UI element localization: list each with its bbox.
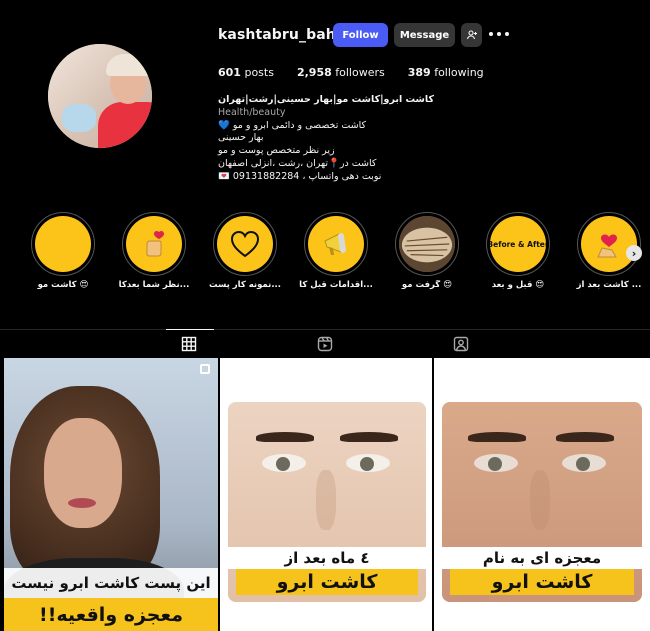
post-caption-line1: ٤ ماه بعد از: [228, 547, 426, 569]
chevron-right-icon: ›: [631, 246, 637, 260]
post-photo-card: معجزه ای به نام کاشت ابرو: [442, 402, 642, 602]
post-thumbnail[interactable]: این پست کاشت ابرو نیست معجزه واقعیه!!: [4, 358, 218, 631]
follow-button[interactable]: Follow: [333, 23, 388, 47]
highlight-label: کاشت بعد از ...: [576, 280, 642, 290]
reels-icon: [317, 336, 333, 352]
bio-line: 💙 کاشت تخصصی و دائمی ابرو و مو: [218, 119, 367, 131]
highlight-item[interactable]: گرفت مو 😍: [382, 212, 472, 290]
avatar-shirt: [98, 102, 152, 148]
post-caption-line2: معجزه واقعیه!!: [4, 598, 218, 631]
post-thumbnail[interactable]: ٤ ماه بعد از کاشت ابرو: [220, 358, 432, 631]
highlight-ring: [577, 212, 641, 276]
highlight-label: کاشت مو 😍: [37, 280, 89, 290]
profile-bio: کاشت ابرو|کاشت مو|بهار حسینی|رشت|تهران H…: [218, 94, 434, 184]
active-tab-indicator: [166, 329, 214, 330]
carousel-icon: [200, 364, 210, 374]
highlight-cover: [399, 216, 455, 272]
tabs-divider: [0, 329, 650, 330]
suggested-users-button[interactable]: [461, 23, 482, 47]
post-photo-nose: [316, 470, 336, 530]
post-photo-eyebrow: [256, 432, 314, 442]
add-user-icon: [466, 30, 477, 40]
bio-line: کاشت در📍تهران ،رشت ،انزلی اصفهان: [218, 157, 377, 169]
heart-outline-icon: [230, 230, 260, 258]
avatar-cap: [106, 54, 152, 76]
post-photo-eyebrow: [340, 432, 398, 442]
highlight-label: اقدامات قبل کا...: [299, 280, 373, 290]
bio-line: 💌 نوبت دهی واتساپ ، 09131882284: [218, 170, 382, 182]
heart-hand-icon: [597, 234, 617, 258]
post-photo-eye: [346, 454, 390, 472]
finger-heart-icon: [146, 230, 164, 257]
post-photo-lips: [68, 498, 96, 508]
highlight-item[interactable]: Before & After قبل و بعد 😍: [473, 212, 563, 290]
highlight-cover-text: Before & After: [490, 239, 546, 249]
followers-stat[interactable]: 2,958 followers: [297, 66, 385, 79]
megaphone-icon: [324, 233, 346, 255]
following-label: following: [434, 66, 484, 79]
following-stat[interactable]: 389 following: [408, 66, 484, 79]
bio-line: بهار حسینی: [218, 132, 264, 144]
highlight-label: گرفت مو 😍: [401, 280, 453, 290]
post-photo-nose: [530, 470, 550, 530]
highlight-label: قبل و بعد 😍: [491, 280, 545, 290]
posts-stat[interactable]: 601 posts: [218, 66, 274, 79]
bio-line: زیر نظر متخصص پوست و مو: [218, 145, 335, 157]
highlight-item[interactable]: کاشت مو 😍: [18, 212, 108, 290]
post-caption-line2: کاشت ابرو: [450, 569, 634, 595]
message-button[interactable]: Message: [394, 23, 455, 47]
posts-label: posts: [244, 66, 274, 79]
highlight-item[interactable]: نمونه کار پست...: [200, 212, 290, 290]
profile-avatar[interactable]: [48, 44, 152, 148]
highlights-next-button[interactable]: ›: [626, 245, 642, 261]
highlight-label: نظر شما بعدکا...: [118, 280, 190, 290]
bio-name: کاشت ابرو|کاشت مو|بهار حسینی|رشت|تهران: [218, 94, 434, 105]
highlight-cover: [217, 216, 273, 272]
post-photo-card: ٤ ماه بعد از کاشت ابرو: [228, 402, 426, 602]
highlight-ring: [122, 212, 186, 276]
highlight-item[interactable]: نظر شما بعدکا...: [109, 212, 199, 290]
tagged-icon: [453, 336, 469, 352]
post-photo-eyebrow: [468, 432, 526, 442]
post-caption-line1: معجزه ای به نام: [442, 547, 642, 569]
post-photo-eye: [562, 454, 606, 472]
post-thumbnail[interactable]: معجزه ای به نام کاشت ابرو: [434, 358, 650, 631]
story-highlights: کاشت مو 😍 نظر شما بعدکا... نمونه کار پست…: [0, 212, 650, 302]
avatar-glove: [62, 104, 96, 132]
highlight-label: نمونه کار پست...: [208, 280, 282, 290]
post-photo-eyebrow: [556, 432, 614, 442]
following-count: 389: [407, 66, 431, 79]
highlight-ring: [304, 212, 368, 276]
post-photo-face: [44, 418, 122, 528]
post-photo-eye: [262, 454, 306, 472]
hair-graft-photo: [399, 216, 455, 272]
highlight-cover: Before & After: [490, 216, 546, 272]
bio-category[interactable]: Health/beauty: [218, 107, 434, 120]
highlight-cover: [126, 216, 182, 272]
post-caption-line2: کاشت ابرو: [236, 569, 418, 595]
posts-grid: این پست کاشت ابرو نیست معجزه واقعیه!! ٤ …: [4, 358, 650, 631]
highlight-cover: [35, 216, 91, 272]
tab-reels[interactable]: [317, 336, 335, 352]
highlight-ring: [213, 212, 277, 276]
post-photo-eye: [474, 454, 518, 472]
highlight-ring: Before & After: [486, 212, 550, 276]
posts-count: 601: [218, 66, 241, 79]
followers-label: followers: [335, 66, 385, 79]
followers-count: 2,958: [296, 66, 332, 79]
tab-tagged[interactable]: [453, 336, 471, 352]
highlight-item[interactable]: اقدامات قبل کا...: [291, 212, 381, 290]
highlight-cover: [308, 216, 364, 272]
post-caption-line1: این پست کاشت ابرو نیست: [4, 568, 218, 598]
grid-icon: [181, 336, 197, 352]
highlight-cover: [581, 216, 637, 272]
more-options-icon[interactable]: [489, 30, 509, 38]
highlight-ring: [395, 212, 459, 276]
tab-posts[interactable]: [181, 336, 199, 352]
profile-stats: 601 posts 2,958 followers 389 following: [218, 66, 507, 79]
highlight-ring: [31, 212, 95, 276]
